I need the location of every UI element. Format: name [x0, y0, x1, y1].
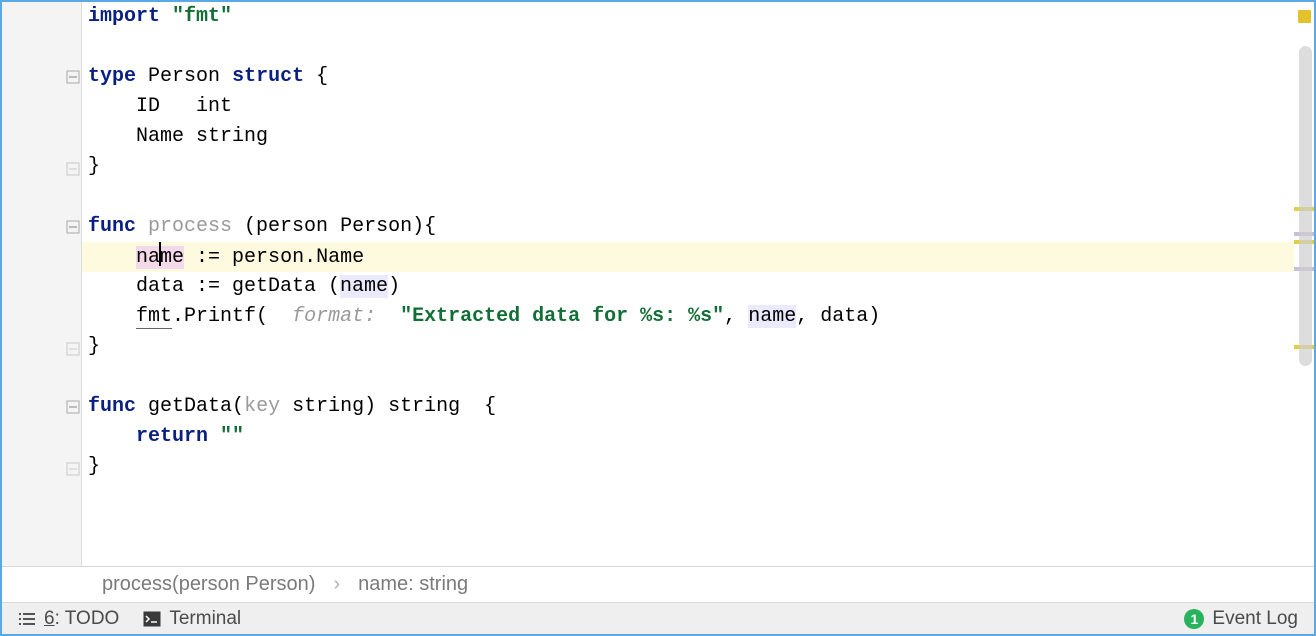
brace: }	[88, 455, 100, 478]
code-line: fmt.Printf( format: "Extracted data for …	[82, 302, 1294, 332]
code-line: func getData(key string) string {	[82, 392, 1294, 422]
terminal-tool-button[interactable]: Terminal	[143, 608, 241, 630]
terminal-label: Terminal	[169, 608, 241, 630]
code-line-active: name := person.Name	[82, 242, 1294, 272]
string-literal: "Extracted data for %s: %s"	[400, 305, 724, 328]
keyword-type: type	[88, 65, 136, 88]
identifier: na	[136, 246, 160, 269]
string-literal: "fmt"	[172, 5, 232, 28]
fold-end-icon[interactable]	[66, 462, 80, 476]
fold-toggle-icon[interactable]	[66, 70, 80, 84]
struct-field: Name string	[88, 125, 268, 148]
fold-toggle-icon[interactable]	[66, 400, 80, 414]
code-editor[interactable]: import "fmt" type Person struct { ID int…	[82, 2, 1294, 566]
fold-end-icon[interactable]	[66, 342, 80, 356]
code-line	[82, 362, 1294, 392]
func-name: getData	[148, 395, 232, 418]
assignment: := person.Name	[184, 246, 364, 269]
param-name: key	[244, 395, 280, 418]
code-line: ID int	[82, 92, 1294, 122]
code-line: data := getData (name)	[82, 272, 1294, 302]
gutter[interactable]	[24, 2, 82, 566]
todo-tool-button[interactable]: 6: TODO	[18, 608, 119, 630]
event-log-button[interactable]: 1 Event Log	[1184, 608, 1298, 630]
brace: }	[88, 155, 100, 178]
code-line: }	[82, 452, 1294, 482]
identifier-highlighted: name	[748, 305, 796, 328]
code-line	[82, 182, 1294, 212]
list-icon	[18, 612, 36, 626]
brace: }	[88, 335, 100, 358]
todo-label: : TODO	[55, 608, 120, 629]
chevron-right-icon: ›	[333, 573, 340, 596]
code-line: }	[82, 152, 1294, 182]
fold-end-icon[interactable]	[66, 162, 80, 176]
package-ref: fmt	[136, 305, 172, 329]
code-line	[82, 32, 1294, 62]
breadcrumbs-bar[interactable]: process(person Person) › name: string	[2, 566, 1314, 602]
ide-window: import "fmt" type Person struct { ID int…	[0, 0, 1316, 636]
left-strip	[2, 2, 24, 566]
keyword-import: import	[88, 5, 160, 28]
editor-area: import "fmt" type Person struct { ID int…	[2, 2, 1314, 566]
code-line: return ""	[82, 422, 1294, 452]
status-left-group: 6: TODO Terminal	[18, 608, 241, 630]
func-signature: string) string {	[280, 395, 496, 418]
brace: {	[316, 65, 328, 88]
string-literal: ""	[220, 425, 244, 448]
type-name: Person	[148, 65, 220, 88]
inlay-hint: format:	[280, 305, 388, 328]
breadcrumb-item[interactable]: process(person Person)	[102, 573, 315, 596]
code-line: import "fmt"	[82, 2, 1294, 32]
code-line: type Person struct {	[82, 62, 1294, 92]
identifier: me	[160, 246, 184, 269]
terminal-icon	[143, 611, 161, 627]
todo-shortcut-number: 6	[44, 608, 55, 629]
status-bar: 6: TODO Terminal 1 Event Log	[2, 602, 1314, 634]
keyword-struct: struct	[232, 65, 304, 88]
assignment: data := getData (	[88, 275, 340, 298]
code-line: Name string	[82, 122, 1294, 152]
event-count-badge: 1	[1184, 609, 1204, 629]
func-name: process	[148, 215, 232, 238]
identifier-highlighted: name	[340, 275, 388, 298]
keyword-func: func	[88, 395, 136, 418]
analysis-status-icon[interactable]	[1298, 10, 1311, 23]
breadcrumb-item[interactable]: name: string	[358, 573, 468, 596]
code-line: func process (person Person){	[82, 212, 1294, 242]
code-line: }	[82, 332, 1294, 362]
keyword-func: func	[88, 215, 136, 238]
keyword-return: return	[136, 425, 208, 448]
fold-toggle-icon[interactable]	[66, 220, 80, 234]
error-stripe[interactable]	[1294, 2, 1314, 566]
struct-field: ID int	[88, 95, 232, 118]
scrollbar-thumb[interactable]	[1299, 46, 1312, 366]
func-signature: (person Person){	[232, 215, 436, 238]
event-log-label: Event Log	[1212, 608, 1298, 630]
